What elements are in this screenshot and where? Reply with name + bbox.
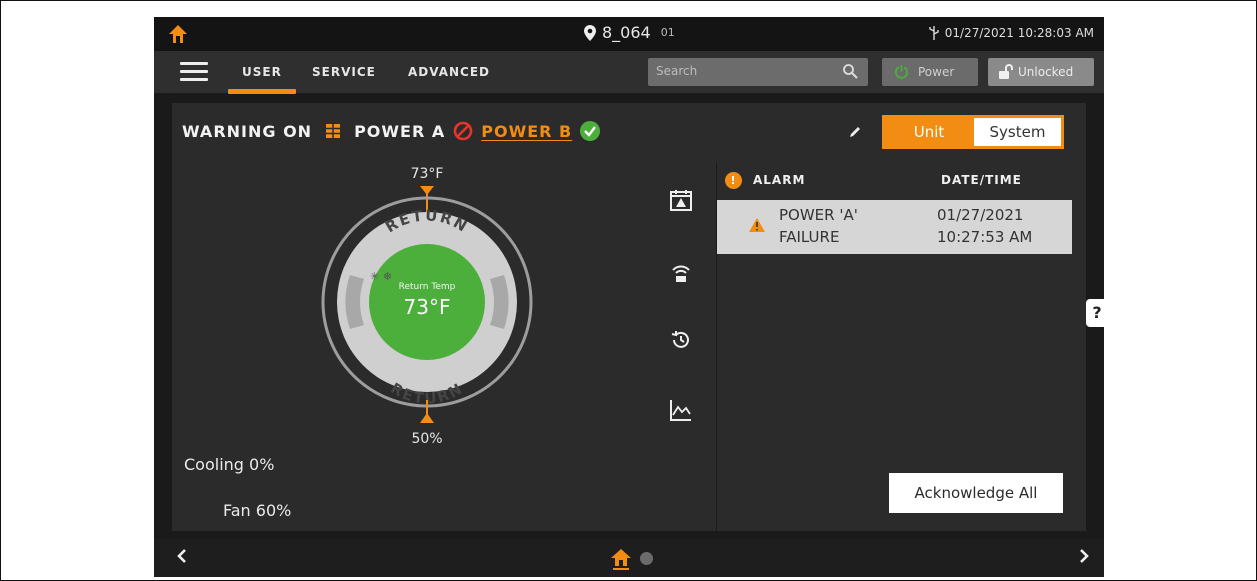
- alarm-text-line1: POWER 'A': [779, 206, 858, 224]
- alarm-header-label: ALARM: [753, 173, 806, 187]
- location-name: 8_064: [602, 23, 651, 42]
- history-icon[interactable]: [670, 329, 692, 351]
- center-value: 73°F: [404, 295, 451, 319]
- setpoint-top: 73°F: [411, 166, 444, 182]
- location-pin-icon: [584, 24, 596, 41]
- page-indicator-dot[interactable]: [640, 552, 653, 565]
- power-icon: [894, 64, 909, 79]
- alarm-list: ! ALARM DATE/TIME POWER 'A' FAILURE 01/2…: [716, 163, 1072, 531]
- status-line: WARNING ON POWER A POWER B: [182, 121, 601, 141]
- usb-icon: [929, 26, 939, 40]
- help-button[interactable]: ?: [1086, 299, 1104, 327]
- controller-display: 8_064 01 01/27/2021 10:28:03 AM USER SER…: [154, 17, 1104, 577]
- no-entry-icon: [453, 121, 473, 141]
- warning-triangle-icon: [749, 218, 765, 232]
- chevron-left-icon[interactable]: [176, 548, 188, 564]
- location-sub: 01: [660, 26, 675, 39]
- wireless-icon[interactable]: [670, 261, 692, 283]
- power-button[interactable]: Power: [882, 58, 978, 86]
- alarm-datetime: 01/27/2021 10:27:53 AM: [937, 204, 1067, 248]
- search-placeholder: Search: [656, 64, 698, 78]
- bottom-marker: [420, 413, 434, 423]
- power-label: Power: [918, 65, 955, 79]
- return-temp-gauge[interactable]: 73°F RETURN ✳ ❄ RETURN Return Temp 73°F …: [312, 155, 542, 445]
- menu-icon[interactable]: [180, 62, 208, 82]
- alarm-count-badge: !: [725, 172, 742, 189]
- alarm-time: 10:27:53 AM: [937, 228, 1033, 246]
- alarm-date: 01/27/2021: [937, 206, 1024, 224]
- lock-label: Unlocked: [1018, 65, 1074, 79]
- edit-icon[interactable]: [848, 125, 862, 139]
- unit-toggle[interactable]: Unit: [885, 118, 973, 146]
- datetime-text: 01/27/2021 10:28:03 AM: [944, 26, 1094, 40]
- alarm-text-line2: FAILURE: [779, 228, 840, 246]
- warning-label: WARNING ON: [182, 121, 313, 141]
- datetime: 01/27/2021 10:28:03 AM: [929, 26, 1094, 40]
- acknowledge-all-button[interactable]: Acknowledge All: [889, 473, 1063, 513]
- check-icon: [580, 121, 601, 141]
- nav-bar: USER SERVICE ADVANCED Search Power Unloc…: [154, 51, 1104, 94]
- power-a-label: POWER A: [354, 121, 446, 141]
- datetime-header: DATE/TIME: [941, 173, 1022, 187]
- search-icon[interactable]: [842, 63, 858, 79]
- fan-stat: Fan 60%: [223, 501, 292, 520]
- trend-chart-icon[interactable]: [670, 399, 692, 421]
- unlock-icon: [999, 64, 1013, 79]
- alarm-row[interactable]: POWER 'A' FAILURE 01/27/2021 10:27:53 AM: [717, 200, 1072, 254]
- search-input[interactable]: Search: [648, 58, 868, 86]
- power-b-link[interactable]: POWER B: [481, 122, 572, 141]
- home-icon[interactable]: [610, 548, 632, 570]
- view-toggle: Unit System: [882, 115, 1064, 149]
- center-caption: Return Temp: [399, 282, 456, 292]
- main-panel: WARNING ON POWER A POWER B Unit System 7…: [172, 103, 1086, 531]
- home-icon[interactable]: [168, 24, 188, 44]
- tab-advanced[interactable]: ADVANCED: [408, 65, 490, 79]
- status-bar: 8_064 01 01/27/2021 10:28:03 AM: [154, 17, 1104, 51]
- alarm-text: POWER 'A' FAILURE: [779, 204, 879, 248]
- setpoint-bottom: 50%: [411, 431, 442, 445]
- calendar-alarm-icon[interactable]: [670, 189, 692, 211]
- bottom-bar: [154, 539, 1104, 577]
- location: 8_064 01: [584, 23, 675, 42]
- tab-service[interactable]: SERVICE: [312, 65, 376, 79]
- lock-button[interactable]: Unlocked: [988, 58, 1094, 86]
- tab-user[interactable]: USER: [228, 65, 296, 94]
- cooling-stat: Cooling 0%: [184, 455, 275, 474]
- chevron-right-icon[interactable]: [1078, 548, 1090, 564]
- system-toggle[interactable]: System: [974, 118, 1061, 146]
- alarm-header: ! ALARM: [725, 172, 806, 189]
- svg-text:✳ ❄: ✳ ❄: [370, 270, 392, 283]
- warning-grid-icon: [326, 124, 341, 138]
